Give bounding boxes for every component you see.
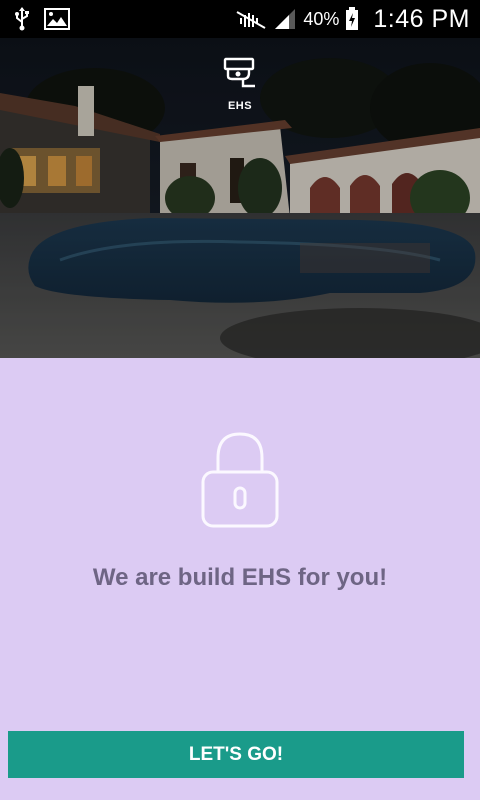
battery-percent: 40% — [303, 8, 340, 29]
app-screen: 40% 1:46 PM EHS We are build EHS for you… — [0, 0, 480, 800]
lock-icon — [200, 430, 280, 535]
status-bar: 40% 1:46 PM — [0, 0, 480, 38]
usb-icon — [14, 7, 30, 31]
lets-go-button[interactable]: LET'S GO! — [8, 731, 464, 778]
onboarding-content: We are build EHS for you! LET'S GO! — [0, 358, 480, 800]
security-camera-icon — [223, 56, 257, 95]
mute-icon — [235, 8, 267, 30]
image-icon — [44, 8, 70, 30]
signal-icon — [273, 7, 297, 31]
tagline: We are build EHS for you! — [92, 564, 388, 591]
logo-text: EHS — [227, 100, 253, 112]
clock: 1:46 PM — [373, 4, 470, 33]
battery-charging-icon — [345, 7, 359, 31]
hero-image: EHS — [0, 38, 480, 358]
app-logo: EHS — [223, 56, 257, 112]
